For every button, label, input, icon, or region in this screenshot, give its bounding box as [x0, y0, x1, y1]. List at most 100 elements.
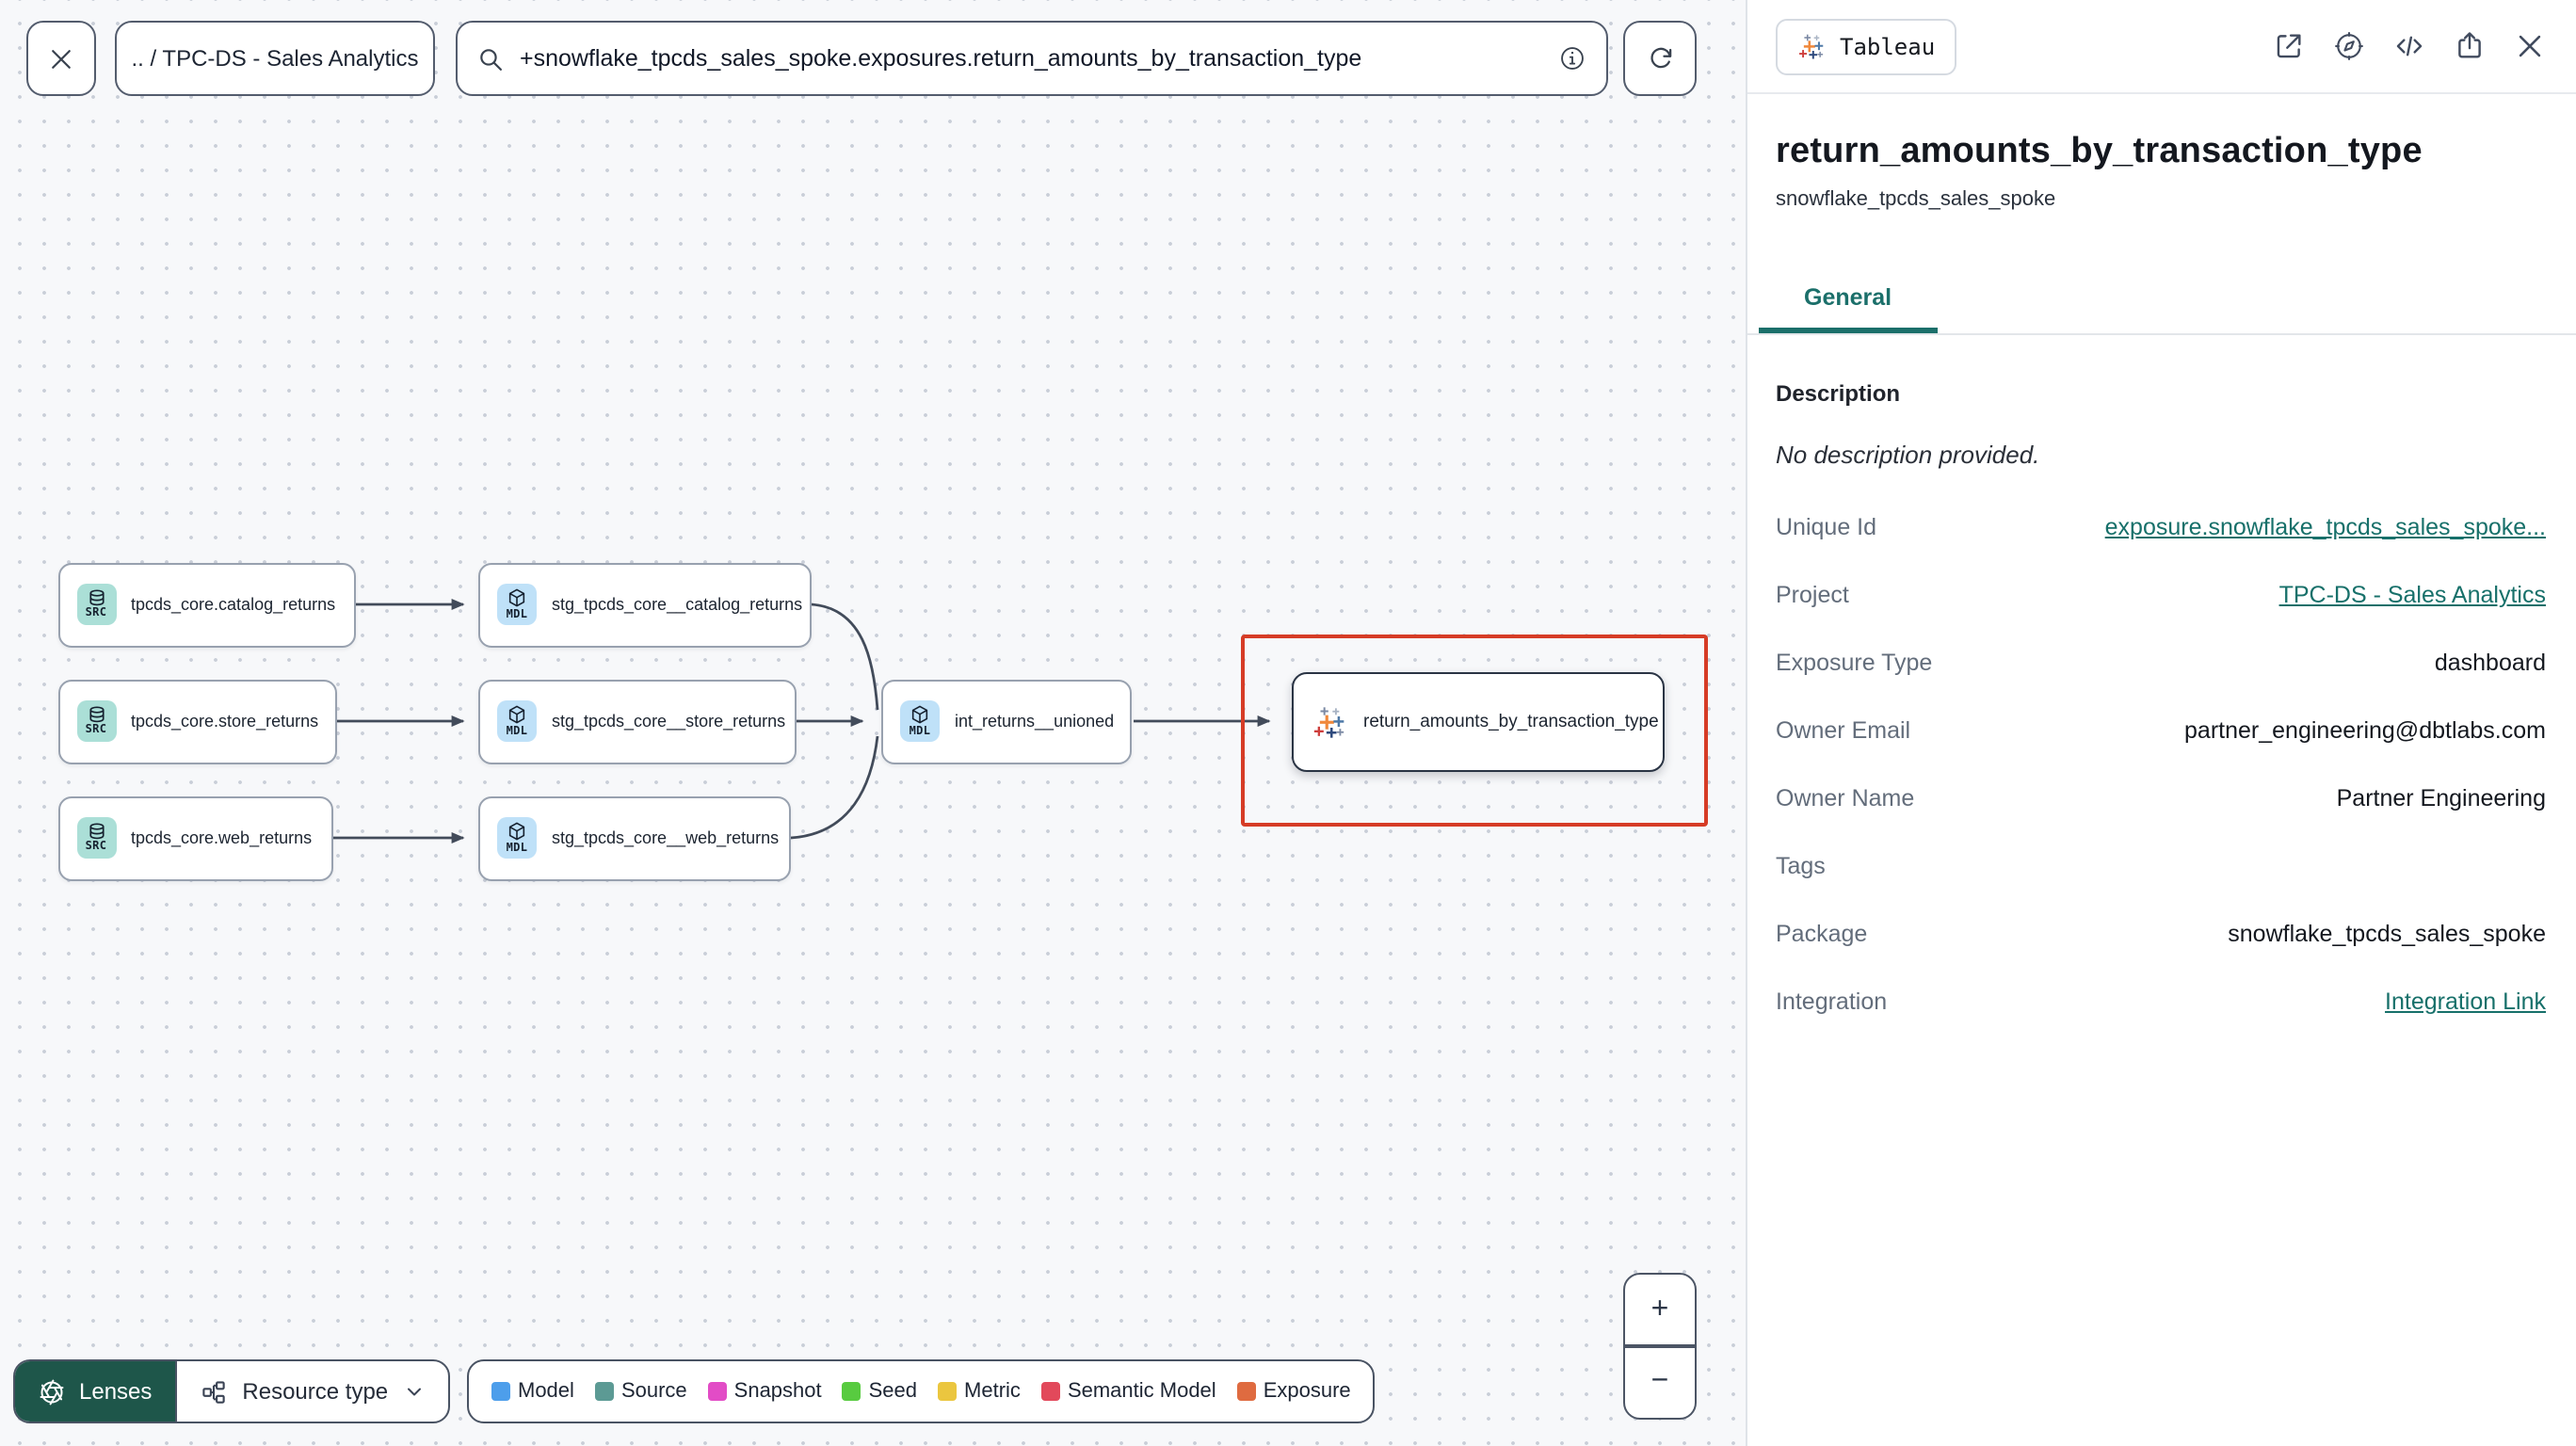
- description-empty-text: No description provided.: [1776, 441, 2040, 469]
- source-badge: SRC: [76, 584, 116, 625]
- snapshot-swatch: [707, 1382, 727, 1401]
- cube-icon: [507, 704, 527, 725]
- detail-row-integration: Integration Integration Link: [1776, 988, 2546, 1015]
- cube-icon: [507, 587, 527, 608]
- detail-row-owner-name: Owner Name Partner Engineering: [1776, 785, 2546, 811]
- zoom-controls: + −: [1623, 1273, 1697, 1420]
- node-model-stg-web-returns[interactable]: MDL stg_tpcds_core__web_returns: [478, 795, 791, 880]
- node-badge-label: SRC: [85, 840, 107, 853]
- description-heading: Description: [1776, 380, 1901, 407]
- node-model-int-returns-unioned[interactable]: MDL int_returns__unioned: [881, 679, 1132, 763]
- details-panel: Tableau return_amounts_by_transaction_ty…: [1746, 0, 2576, 1446]
- node-exposure-return-amounts[interactable]: return_amounts_by_transaction_type: [1292, 672, 1665, 772]
- node-badge-label: MDL: [506, 608, 528, 621]
- node-badge-label: SRC: [85, 723, 107, 736]
- chevron-down-icon: [408, 1388, 422, 1396]
- node-badge-label: MDL: [909, 725, 931, 738]
- database-icon: [86, 706, 106, 723]
- source-swatch: [594, 1382, 614, 1401]
- database-icon: [86, 589, 106, 606]
- detail-row-package: Package snowflake_tpcds_sales_spoke: [1776, 921, 2546, 947]
- lineage-canvas[interactable]: SRC tpcds_core.catalog_returns SRC tpcds…: [0, 0, 1746, 1446]
- package-value: snowflake_tpcds_sales_spoke: [2228, 921, 2546, 947]
- detail-row-owner-email: Owner Email partner_engineering@dbtlabs.…: [1776, 717, 2546, 744]
- legend-item-semantic-model: Semantic Model: [1040, 1380, 1216, 1403]
- detail-row-project: Project TPC-DS - Sales Analytics: [1776, 582, 2546, 608]
- refresh-icon: [1650, 47, 1671, 69]
- zoom-in-button[interactable]: +: [1625, 1275, 1695, 1345]
- exposure-swatch: [1236, 1382, 1256, 1401]
- refresh-button[interactable]: [1623, 21, 1697, 96]
- legend-item-source: Source: [594, 1380, 687, 1403]
- detail-row-unique-id: Unique Id exposure.snowflake_tpcds_sales…: [1776, 514, 2546, 540]
- model-badge: MDL: [497, 817, 537, 859]
- tab-general[interactable]: General: [1759, 267, 1938, 333]
- node-label: stg_tpcds_core__catalog_returns: [552, 595, 803, 614]
- legend-item-snapshot: Snapshot: [707, 1380, 822, 1403]
- dbt-explorer-lineage-app: SRC tpcds_core.catalog_returns SRC tpcds…: [0, 0, 2576, 1446]
- node-model-stg-catalog-returns[interactable]: MDL stg_tpcds_core__catalog_returns: [478, 562, 812, 647]
- close-panel-icon[interactable]: [2514, 30, 2546, 62]
- integration-badge-label: Tableau: [1840, 33, 1936, 59]
- panel-actions: [2273, 30, 2546, 62]
- model-swatch: [491, 1382, 510, 1401]
- node-label: stg_tpcds_core__web_returns: [552, 828, 780, 847]
- exposure-type-value: dashboard: [2434, 650, 2546, 676]
- code-icon[interactable]: [2393, 30, 2425, 62]
- panel-title-block: return_amounts_by_transaction_type snowf…: [1747, 94, 2576, 211]
- node-source-store-returns[interactable]: SRC tpcds_core.store_returns: [57, 679, 336, 763]
- node-source-catalog-returns[interactable]: SRC tpcds_core.catalog_returns: [57, 562, 355, 647]
- legend-item-seed: Seed: [842, 1380, 917, 1403]
- lenses-pill: Lenses Resource type: [13, 1359, 451, 1423]
- database-icon: [86, 823, 106, 840]
- node-label: stg_tpcds_core__store_returns: [552, 712, 786, 731]
- tableau-icon: [1799, 33, 1824, 58]
- detail-row-exposure-type: Exposure Type dashboard: [1776, 650, 2546, 676]
- cube-icon: [910, 704, 930, 725]
- info-icon[interactable]: [1557, 43, 1587, 73]
- source-badge: SRC: [76, 817, 116, 859]
- node-badge-label: MDL: [506, 725, 528, 738]
- project-link[interactable]: TPC-DS - Sales Analytics: [2279, 582, 2546, 608]
- source-badge: SRC: [76, 700, 116, 742]
- details-list: Unique Id exposure.snowflake_tpcds_sales…: [1776, 514, 2546, 1020]
- node-label: int_returns__unioned: [955, 712, 1115, 731]
- close-lineage-button[interactable]: [26, 21, 96, 96]
- semantic-model-swatch: [1040, 1382, 1060, 1401]
- node-source-web-returns[interactable]: SRC tpcds_core.web_returns: [57, 795, 332, 880]
- search-input[interactable]: [520, 45, 1542, 72]
- node-model-stg-store-returns[interactable]: MDL stg_tpcds_core__store_returns: [478, 679, 797, 763]
- cube-icon: [507, 821, 527, 842]
- resource-legend: Model Source Snapshot Seed Metric Semant…: [467, 1359, 1376, 1423]
- aperture-icon: [40, 1378, 64, 1405]
- model-badge: MDL: [497, 700, 537, 742]
- breadcrumb[interactable]: .. / TPC-DS - Sales Analytics: [115, 21, 435, 96]
- resource-type-dropdown[interactable]: Resource type: [174, 1361, 448, 1422]
- legend-item-metric: Metric: [938, 1380, 1021, 1403]
- owner-name-value: Partner Engineering: [2336, 785, 2546, 811]
- breadcrumb-label: .. / TPC-DS - Sales Analytics: [131, 45, 419, 72]
- node-label: tpcds_core.web_returns: [131, 828, 313, 847]
- compass-icon[interactable]: [2333, 30, 2365, 62]
- metric-swatch: [938, 1382, 958, 1401]
- share-icon[interactable]: [2454, 30, 2486, 62]
- panel-header: Tableau: [1747, 0, 2576, 94]
- legend-item-model: Model: [491, 1380, 574, 1403]
- package-subtitle: snowflake_tpcds_sales_spoke: [1776, 188, 2056, 211]
- zoom-out-button[interactable]: −: [1625, 1348, 1695, 1419]
- model-badge: MDL: [497, 584, 537, 625]
- node-label: tpcds_core.store_returns: [131, 712, 319, 731]
- panel-tabs: General: [1747, 267, 2576, 335]
- integration-badge[interactable]: Tableau: [1776, 18, 1956, 74]
- node-badge-label: MDL: [506, 842, 528, 855]
- seed-swatch: [842, 1382, 861, 1401]
- open-in-new-icon[interactable]: [2273, 30, 2305, 62]
- lenses-label: Lenses: [79, 1378, 153, 1405]
- lenses-button[interactable]: Lenses: [15, 1361, 175, 1422]
- node-label: return_amounts_by_transaction_type: [1363, 712, 1659, 732]
- resource-type-icon: [201, 1380, 225, 1403]
- owner-email-value: partner_engineering@dbtlabs.com: [2184, 717, 2546, 744]
- search-icon: [480, 48, 502, 70]
- unique-id-link[interactable]: exposure.snowflake_tpcds_sales_spoke...: [2105, 514, 2546, 540]
- integration-link[interactable]: Integration Link: [2385, 988, 2546, 1015]
